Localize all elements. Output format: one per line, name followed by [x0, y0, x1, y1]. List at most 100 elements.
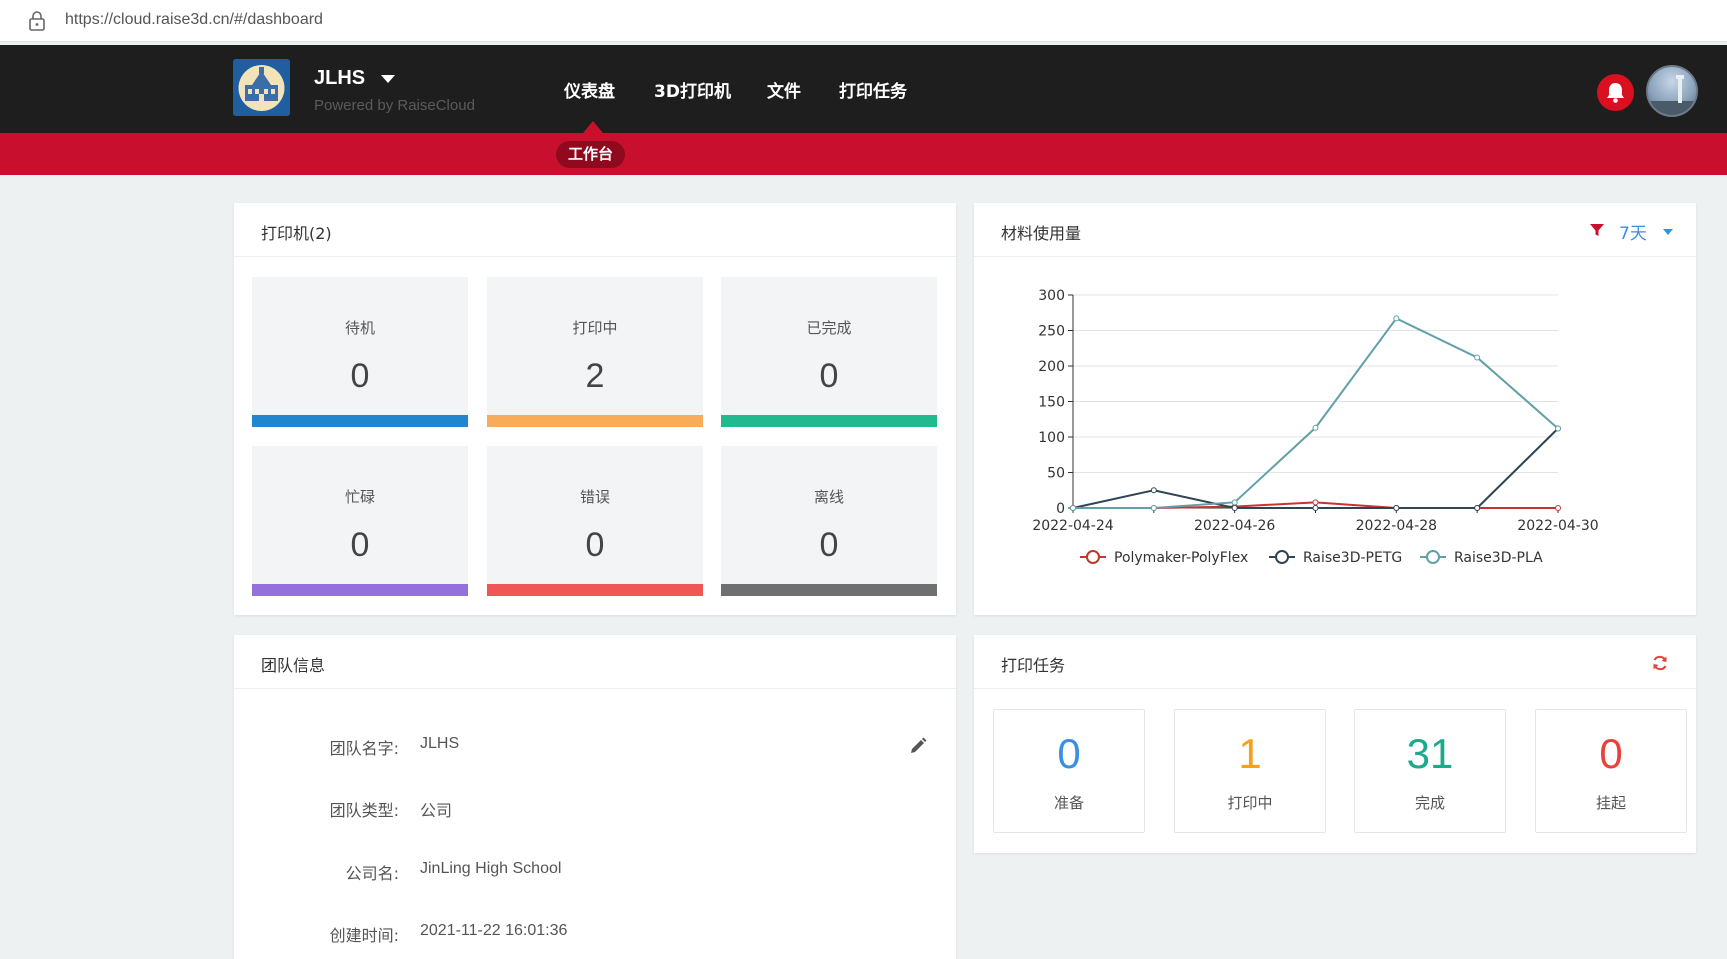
avatar-image-icon	[1648, 75, 1696, 115]
legend-label: Polymaker-PolyFlex	[1114, 550, 1248, 566]
y-tick-label: 300	[1038, 288, 1065, 304]
status-tile-error[interactable]: 错误 0	[487, 446, 703, 596]
status-count: 0	[819, 526, 839, 564]
notification-button[interactable]	[1597, 74, 1634, 111]
edit-pencil-icon[interactable]	[909, 737, 927, 755]
team-name[interactable]: JLHS	[314, 67, 365, 90]
data-point	[1150, 505, 1157, 511]
data-point	[1070, 505, 1076, 511]
material-card-header: 材料使用量	[974, 203, 1696, 257]
time-range-dropdown[interactable]: 7天	[1619, 219, 1647, 244]
legend-marker	[1275, 550, 1289, 564]
legend-label: Raise3D-PETG	[1303, 550, 1402, 566]
material-card-title: 材料使用量	[1001, 224, 1082, 243]
school-building-icon	[233, 59, 290, 116]
task-label: 准备	[1053, 794, 1084, 812]
status-count: 2	[585, 357, 605, 395]
tasks-card-title: 打印任务	[1001, 656, 1066, 675]
data-point	[1555, 425, 1561, 432]
status-tile-offline[interactable]: 离线 0	[721, 446, 937, 596]
nav-files[interactable]: 文件	[767, 77, 801, 102]
task-label: 打印中	[1227, 794, 1273, 812]
nav-3d-printers[interactable]: 3D打印机	[654, 77, 731, 102]
task-count: 0	[1599, 730, 1623, 777]
data-point	[1474, 354, 1481, 361]
y-tick-label: 100	[1038, 430, 1065, 446]
data-point	[1474, 505, 1481, 511]
status-tile-busy[interactable]: 忙碌 0	[252, 446, 468, 596]
printers-card-header: 打印机(2)	[234, 203, 956, 257]
data-point	[1231, 505, 1238, 511]
info-value: 公司	[420, 803, 453, 820]
sub-nav-workbench[interactable]: 工作台	[556, 141, 625, 168]
team-logo[interactable]	[233, 59, 290, 116]
status-label: 忙碌	[344, 488, 375, 506]
status-color-bar	[721, 584, 937, 596]
x-tick-label: 2022-04-26	[1194, 518, 1275, 534]
info-value: JLHS	[420, 735, 460, 752]
y-tick-label: 200	[1038, 359, 1065, 375]
status-label: 打印中	[572, 319, 618, 337]
nav-print-tasks[interactable]: 打印任务	[839, 77, 907, 102]
x-tick-label: 2022-04-24	[1032, 518, 1113, 534]
status-tile-completed[interactable]: 已完成 0	[721, 277, 937, 427]
status-tile-printing[interactable]: 打印中 2	[487, 277, 703, 427]
y-tick-label: 0	[1056, 501, 1065, 517]
lock-icon	[29, 11, 45, 31]
bell-icon	[1607, 83, 1624, 103]
data-point	[1393, 505, 1400, 511]
status-color-bar	[252, 584, 468, 596]
time-range-caret-icon[interactable]	[1663, 229, 1673, 235]
legend-marker	[1086, 550, 1100, 564]
status-count: 0	[585, 526, 605, 564]
powered-by-text: Powered by RaiseCloud	[314, 97, 475, 114]
data-point	[1231, 499, 1238, 506]
nav-dashboard[interactable]: 仪表盘	[564, 77, 615, 102]
print-tasks-card: 打印任务 0 准备 1 打印中 31 完成 0 挂起	[974, 635, 1696, 853]
data-point	[1555, 505, 1561, 511]
data-point	[1312, 424, 1319, 431]
legend-marker	[1426, 550, 1440, 564]
y-tick-label: 250	[1038, 324, 1065, 340]
status-count: 0	[819, 357, 839, 395]
printers-card-title: 打印机(2)	[261, 224, 332, 243]
material-usage-chart: 0 50 100 150 200 250 300 2022-04-24 2022-04-26 20…	[1032, 288, 1598, 566]
team-dropdown-caret-icon[interactable]	[381, 75, 395, 83]
task-count: 1	[1238, 730, 1262, 777]
browser-address-bar[interactable]: https://cloud.raise3d.cn/#/dashboard	[0, 0, 1727, 42]
series-line-1	[1072, 427, 1559, 509]
task-tile-printing[interactable]: 1 打印中	[1174, 709, 1326, 833]
status-color-bar	[487, 584, 703, 596]
status-count: 0	[350, 357, 370, 395]
sub-navigation-bar: 工作台	[0, 133, 1727, 175]
top-navigation: JLHS Powered by RaiseCloud 仪表盘 3D打印机 文件 …	[0, 45, 1727, 133]
x-tick-label: 2022-04-28	[1356, 518, 1437, 534]
team-card-header: 团队信息	[234, 635, 956, 689]
team-info-card: 团队信息 团队名字: JLHS 团队类型: 公司 公司名: JinLing Hi…	[234, 635, 956, 959]
info-value: JinLing High School	[420, 860, 562, 877]
status-color-bar	[721, 415, 937, 427]
active-menu-indicator	[583, 121, 603, 133]
filter-icon[interactable]	[1590, 223, 1604, 237]
url-text[interactable]: https://cloud.raise3d.cn/#/dashboard	[65, 11, 323, 29]
task-tile-completed[interactable]: 31 完成	[1354, 709, 1506, 833]
task-label: 完成	[1414, 794, 1445, 812]
status-label: 离线	[813, 488, 844, 506]
status-tile-idle[interactable]: 待机 0	[252, 277, 468, 427]
status-color-bar	[252, 415, 468, 427]
data-point	[1312, 499, 1319, 506]
info-label: 团队类型:	[329, 801, 399, 820]
info-value: 2021-11-22 16:01:36	[420, 922, 568, 939]
status-color-bar	[487, 415, 703, 427]
status-label: 错误	[579, 488, 610, 506]
user-avatar[interactable]	[1646, 65, 1698, 117]
task-tile-ready[interactable]: 0 准备	[993, 709, 1145, 833]
team-card-title: 团队信息	[261, 656, 326, 675]
task-tile-suspended[interactable]: 0 挂起	[1535, 709, 1687, 833]
data-point	[1393, 315, 1400, 322]
legend-label: Raise3D-PLA	[1454, 550, 1543, 566]
task-count: 31	[1406, 730, 1454, 777]
y-tick-label: 150	[1038, 395, 1065, 411]
refresh-icon[interactable]	[1652, 655, 1668, 671]
printers-card: 打印机(2) 待机 0 打印中 2 已完成 0 忙碌 0 错误 0 离线 0	[234, 203, 956, 615]
